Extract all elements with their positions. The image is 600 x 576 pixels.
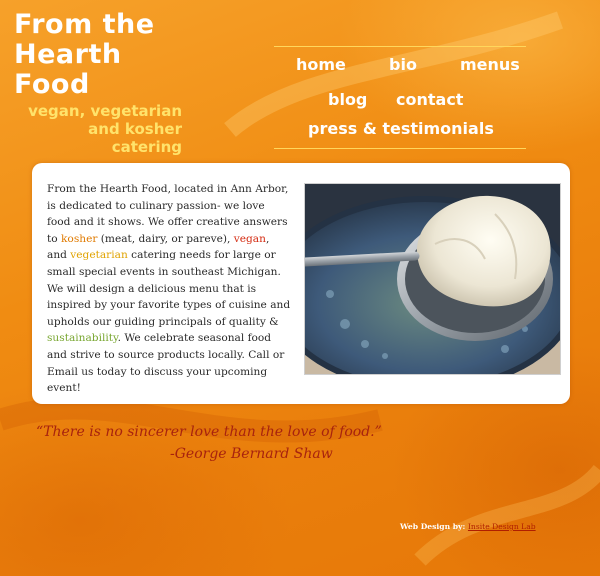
main-nav: home bio menus blog contact press & test… [274, 46, 526, 149]
strainer-illustration [305, 184, 560, 374]
content-panel: From the Hearth Food, located in Ann Arb… [32, 163, 570, 404]
nav-bio[interactable]: bio [389, 55, 417, 74]
logo-title-line-1: From the [14, 9, 155, 40]
nav-contact[interactable]: contact [396, 90, 463, 109]
keyword-vegan: vegan [233, 232, 266, 245]
nav-blog[interactable]: blog [328, 90, 367, 109]
nav-menus[interactable]: menus [460, 55, 520, 74]
intro-paragraph: From the Hearth Food, located in Ann Arb… [47, 181, 291, 397]
logo-tagline: vegan, vegetarian and kosher catering [14, 102, 182, 156]
web-design-credit: Web Design by: Insite Design Lab [400, 522, 536, 531]
logo-title: From the Hearth Food [14, 10, 204, 100]
nav-home[interactable]: home [296, 55, 346, 74]
quote-text: “There is no sincerer love than the love… [36, 424, 382, 440]
credit-label: Web Design by: [400, 522, 466, 531]
keyword-kosher: kosher [61, 232, 98, 245]
site-logo[interactable]: From the Hearth Food vegan, vegetarian a… [14, 10, 204, 157]
keyword-vegetarian: vegetarian [70, 249, 128, 262]
logo-title-line-2: Hearth Food [14, 39, 122, 100]
intro-text-2: (meat, dairy, or pareve), [97, 232, 234, 245]
quote-author: -George Bernard Shaw [170, 446, 333, 462]
logo-tagline-line-3: catering [111, 138, 182, 156]
logo-tagline-line-2: and kosher [88, 120, 182, 138]
keyword-sustainability: sustainability [47, 332, 118, 345]
logo-tagline-line-1: vegan, vegetarian [28, 102, 182, 120]
credit-link[interactable]: Insite Design Lab [468, 522, 536, 531]
nav-press-testimonials[interactable]: press & testimonials [308, 119, 494, 138]
food-photo [304, 183, 561, 375]
